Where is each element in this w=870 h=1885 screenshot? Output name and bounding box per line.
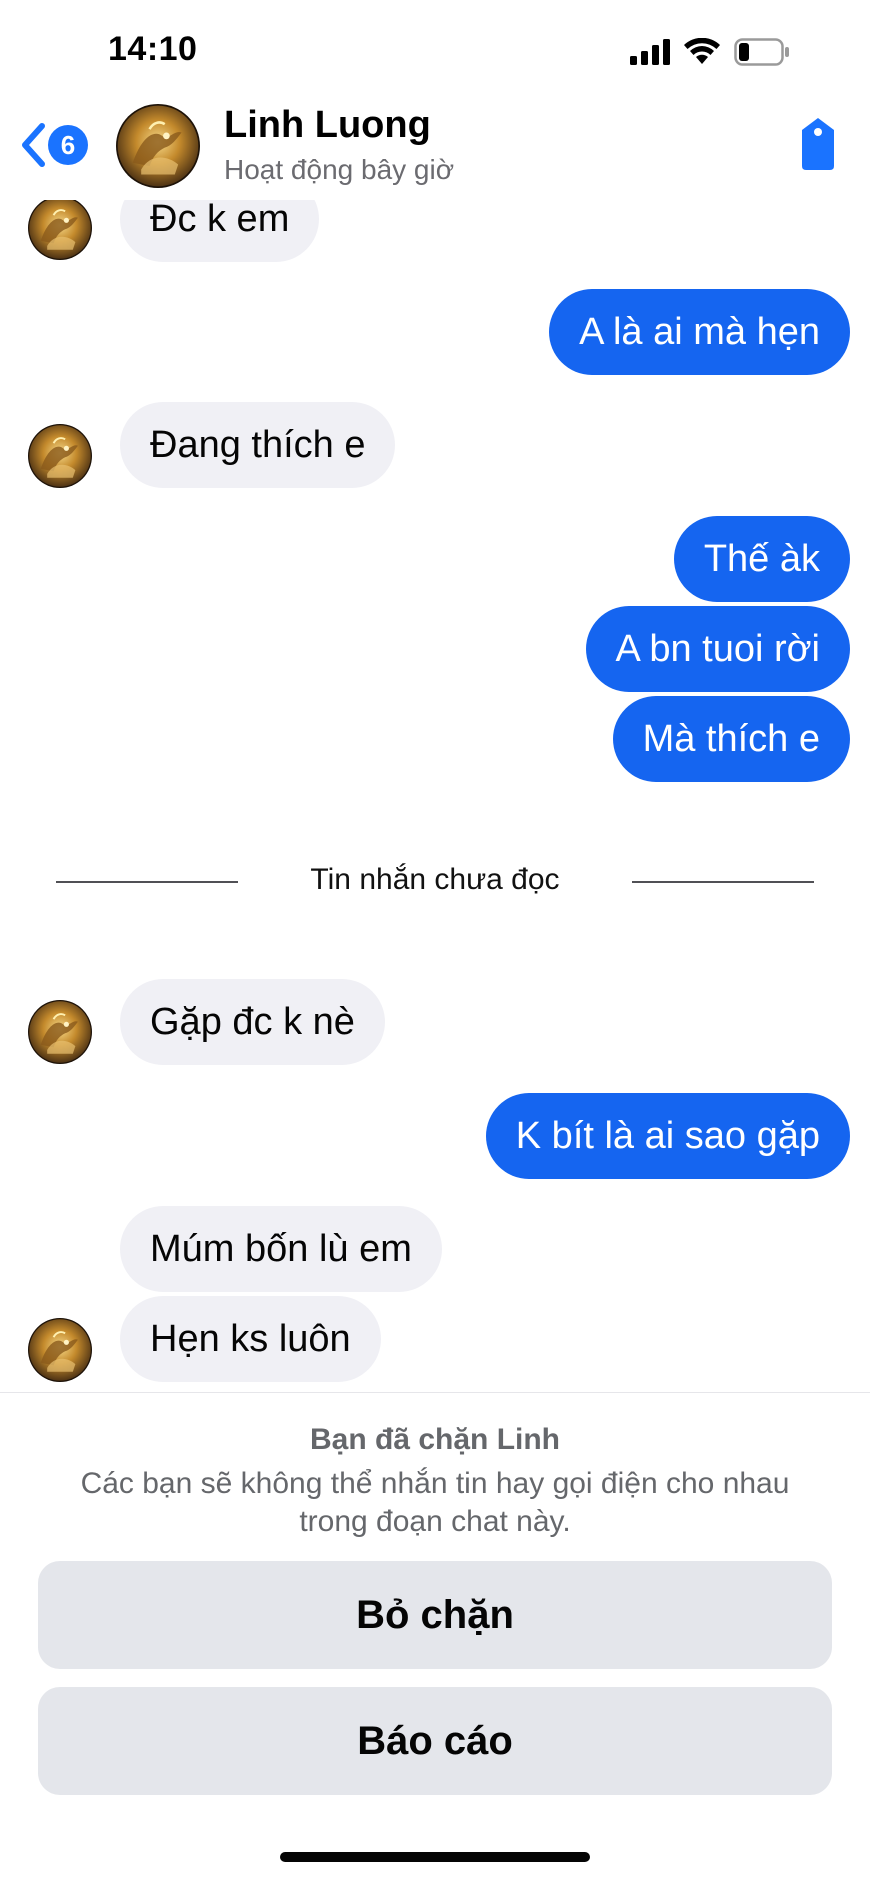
status-bar: 14:10 [0,0,870,100]
message-outgoing[interactable]: Thế àk [673,516,850,602]
sender-avatar [28,1000,92,1064]
unread-count-badge: 6 [48,125,88,165]
contact-avatar[interactable] [116,104,200,188]
message-incoming[interactable]: Múm bốn lù em [120,1206,442,1292]
signal-icon [630,39,670,65]
message-outgoing[interactable]: A bn tuoi rời [585,606,850,692]
back-button[interactable]: 6 [20,122,88,168]
sender-avatar [28,424,92,488]
message-outgoing[interactable]: K bít là ai sao gặp [485,1093,850,1179]
blocked-panel: Bạn đã chặn Linh Các bạn sẽ không thể nh… [0,1392,870,1885]
message-outgoing[interactable]: Mà thích e [612,696,850,782]
battery-icon [734,38,789,66]
wifi-icon [684,38,720,64]
divider-line [632,881,814,883]
unread-divider-label: Tin nhắn chưa đọc [310,863,560,896]
sender-avatar [28,1318,92,1382]
chat-header: 6 Linh Luong Hoạt động bây giờ [0,100,870,200]
unread-divider: Tin nhắn chưa đọc [56,863,814,913]
contact-name[interactable]: Linh Luong [224,104,431,147]
message-incoming[interactable]: Đang thích e [120,402,396,488]
tag-icon[interactable] [796,116,840,177]
status-icons [630,38,790,66]
blocked-description: Các bạn sẽ không thể nhắn tin hay gọi đi… [80,1467,790,1538]
message-outgoing[interactable]: A là ai mà hẹn [549,289,850,375]
blocked-title: Bạn đã chặn Linh [309,1423,561,1456]
home-indicator[interactable] [280,1852,590,1862]
report-button[interactable]: Báo cáo [38,1687,832,1795]
unblock-button[interactable]: Bỏ chặn [38,1561,832,1669]
message-incoming[interactable]: Hẹn ks luôn [120,1296,381,1382]
activity-status: Hoạt động bây giờ [224,154,455,185]
chevron-left-icon [22,123,45,167]
sender-avatar [28,196,92,260]
message-incoming[interactable]: Gặp đc k nè [120,979,385,1065]
status-time: 14:10 [108,30,198,68]
